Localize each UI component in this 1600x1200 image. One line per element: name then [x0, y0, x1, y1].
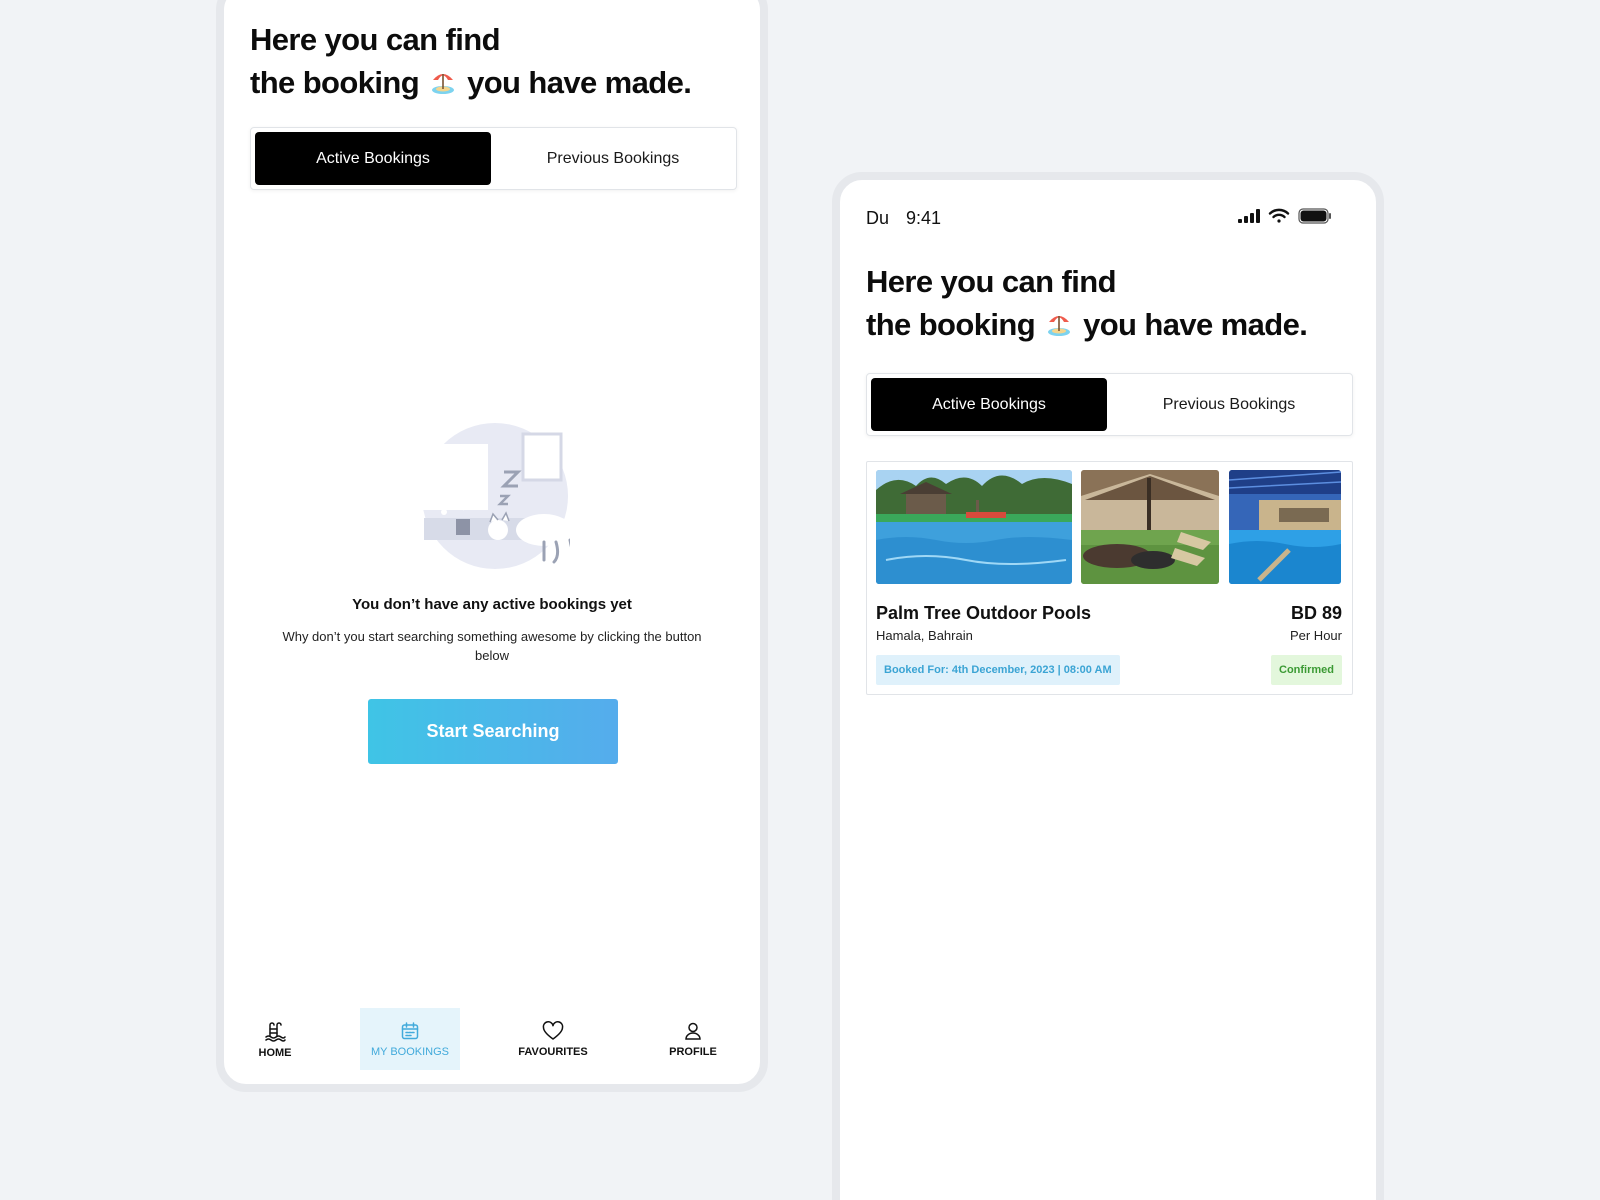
nav-item-favourites[interactable]: FAVOURITES	[508, 1008, 598, 1070]
title-line-2: the booking you have made.	[250, 61, 692, 104]
title-line-1: Here you can find	[250, 22, 501, 57]
venue-location: Hamala, Bahrain	[876, 628, 973, 643]
phone-empty-state: Here you can find the booking you have m…	[216, 0, 768, 1092]
user-icon	[685, 1022, 701, 1040]
venue-photo-outdoor-pool[interactable]	[876, 470, 1072, 584]
title-line-2: the booking you have made.	[866, 303, 1308, 346]
bottom-navigation: HOME MY BOOKINGS FAVOURITES PROFILE	[224, 1008, 760, 1080]
sleeping-cat-illustration	[422, 423, 570, 569]
nav-label-favourites: FAVOURITES	[518, 1045, 588, 1058]
signal-icon	[1238, 209, 1260, 223]
nav-label-profile: PROFILE	[669, 1045, 717, 1058]
beach-umbrella-icon	[432, 74, 455, 94]
tab-previous-bookings[interactable]: Previous Bookings	[495, 132, 731, 185]
tab-active-bookings[interactable]: Active Bookings	[255, 132, 491, 185]
heart-icon	[542, 1020, 564, 1040]
nav-item-profile[interactable]: PROFILE	[658, 1008, 728, 1070]
empty-state-description: Why don’t you start searching something …	[282, 629, 702, 663]
price-unit: Per Hour	[1289, 628, 1342, 643]
booking-tabs: Active Bookings Previous Bookings	[866, 373, 1353, 436]
status-badge: Confirmed	[1271, 655, 1342, 685]
clock: 9:41	[906, 208, 942, 228]
status-bar: Du 9:41	[866, 208, 1350, 230]
nav-item-home[interactable]: HOME	[238, 1008, 312, 1070]
beach-umbrella-icon	[1048, 316, 1071, 336]
carrier-label: Du	[866, 208, 890, 228]
venue-photo-indoor-pool[interactable]	[1229, 470, 1341, 584]
booking-card[interactable]: Palm Tree Outdoor Pools Hamala, Bahrain …	[866, 461, 1353, 695]
venue-name: Palm Tree Outdoor Pools	[876, 603, 1092, 623]
start-searching-button[interactable]: Start Searching	[368, 699, 618, 764]
battery-icon	[1298, 208, 1331, 224]
venue-photo-gazebo[interactable]	[1081, 470, 1219, 584]
nav-label-home: HOME	[258, 1046, 292, 1059]
status-icons	[1238, 208, 1332, 224]
wifi-icon	[1268, 208, 1290, 223]
title-line-2-end: you have made.	[1083, 307, 1308, 342]
nav-label-my-bookings: MY BOOKINGS	[370, 1045, 450, 1058]
booked-for-badge: Booked For: 4th December, 2023 | 08:00 A…	[876, 655, 1120, 685]
calendar-icon	[401, 1021, 419, 1039]
title-line-1: Here you can find	[866, 264, 1117, 299]
title-line-2-start: the booking	[866, 307, 1036, 342]
pool-ladder-icon	[265, 1021, 286, 1042]
tab-previous-bookings[interactable]: Previous Bookings	[1111, 378, 1347, 431]
venue-price: BD 89	[1290, 603, 1342, 623]
phone-active-booking: Du 9:41 Here you can find the booking yo…	[832, 172, 1384, 1200]
nav-item-my-bookings[interactable]: MY BOOKINGS	[360, 1008, 460, 1070]
tab-active-bookings[interactable]: Active Bookings	[871, 378, 1107, 431]
booking-tabs: Active Bookings Previous Bookings	[250, 127, 737, 190]
page-title: Here you can find the booking you have m…	[250, 18, 692, 104]
title-line-2-start: the booking	[250, 65, 420, 100]
empty-state-title: You don’t have any active bookings yet	[352, 596, 632, 613]
title-line-2-end: you have made.	[467, 65, 692, 100]
page-title: Here you can find the booking you have m…	[866, 260, 1308, 346]
